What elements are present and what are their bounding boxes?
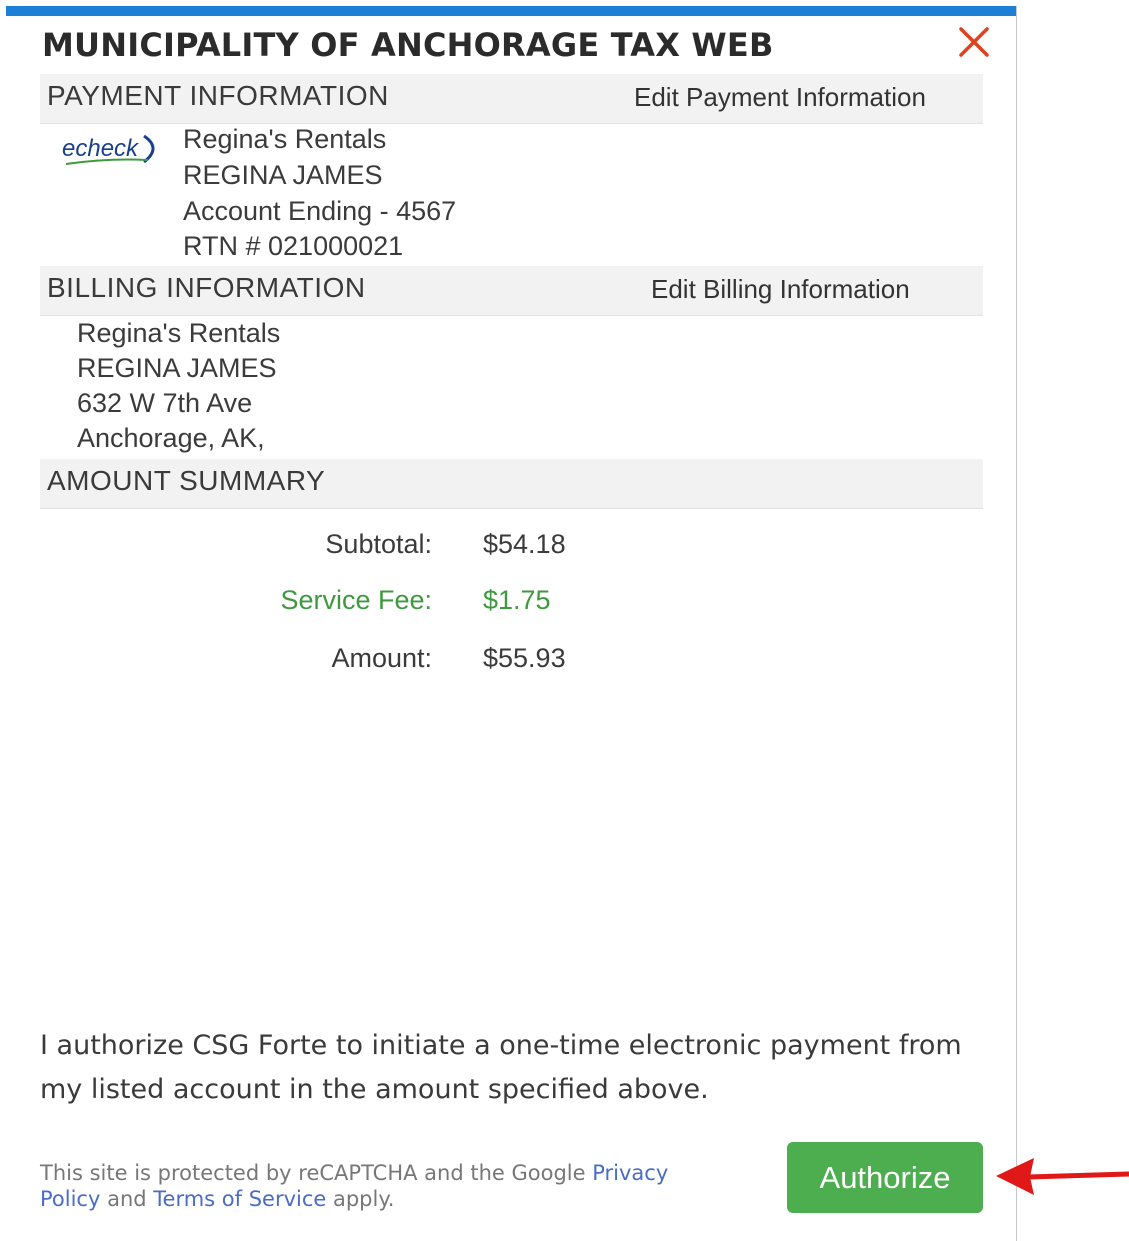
terms-of-service-link[interactable]: Terms of Service (153, 1187, 326, 1211)
summary-section-title: AMOUNT SUMMARY (47, 465, 326, 496)
panel-border (1016, 6, 1017, 1241)
amount-value: $55.93 (483, 643, 566, 673)
payment-name: Regina's Rentals (183, 124, 387, 154)
amount-label: Amount: (331, 643, 432, 673)
recaptcha-and: and (100, 1187, 154, 1211)
authorize-button[interactable]: Authorize (787, 1142, 983, 1213)
payment-section-header: PAYMENT INFORMATION Edit Payment Informa… (40, 74, 983, 124)
payment-section-title: PAYMENT INFORMATION (47, 80, 389, 111)
billing-section-title: BILLING INFORMATION (47, 272, 366, 303)
red-arrow-icon (996, 1158, 1129, 1195)
recaptcha-notice: This site is protected by reCAPTCHA and … (40, 1160, 700, 1212)
page-title: MUNICIPALITY OF ANCHORAGE TAX WEB (42, 26, 774, 64)
billing-owner: REGINA JAMES (77, 353, 277, 383)
recaptcha-prefix: This site is protected by reCAPTCHA and … (40, 1161, 593, 1185)
edit-payment-link[interactable]: Edit Payment Information (634, 82, 926, 113)
authorization-statement: I authorize CSG Forte to initiate a one-… (40, 1030, 962, 1105)
billing-city: Anchorage, AK, (77, 423, 265, 453)
recaptcha-suffix: apply. (326, 1187, 395, 1211)
subtotal-value: $54.18 (483, 529, 566, 559)
subtotal-label: Subtotal: (325, 529, 432, 559)
service-fee-value: $1.75 (483, 585, 551, 615)
service-fee-label: Service Fee: (280, 585, 432, 615)
payment-account: Account Ending - 4567 (183, 196, 457, 226)
close-icon[interactable] (954, 22, 994, 62)
payment-rtn: RTN # 021000021 (183, 231, 404, 261)
echeck-logo-text: echeck (62, 135, 140, 162)
summary-section-header: AMOUNT SUMMARY (40, 459, 983, 509)
payment-owner: REGINA JAMES (183, 160, 383, 190)
billing-section-header: BILLING INFORMATION Edit Billing Informa… (40, 266, 983, 316)
accent-bar (6, 6, 1017, 16)
edit-billing-link[interactable]: Edit Billing Information (651, 274, 910, 305)
billing-street: 632 W 7th Ave (77, 388, 253, 418)
echeck-logo-icon: echeck (62, 134, 155, 165)
billing-name: Regina's Rentals (77, 318, 281, 348)
